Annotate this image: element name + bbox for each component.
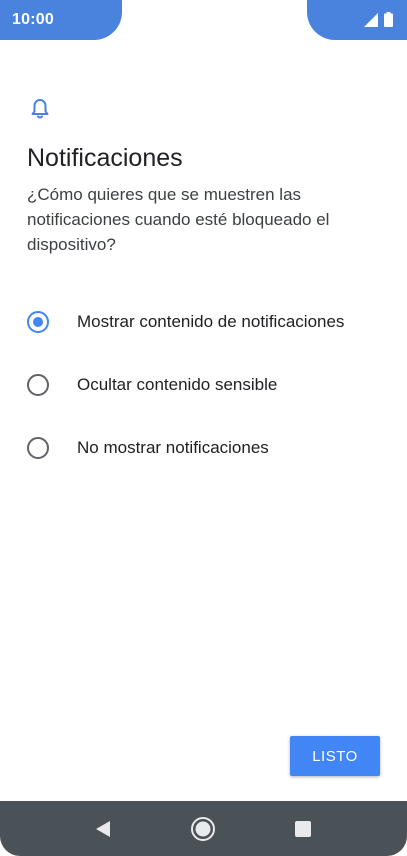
back-icon[interactable] <box>89 815 117 843</box>
radio-button-selected[interactable] <box>27 310 49 333</box>
radio-button[interactable] <box>27 373 49 396</box>
home-icon[interactable] <box>189 815 217 843</box>
page-subtitle: ¿Cómo quieres que se muestren las notifi… <box>27 185 330 254</box>
done-button[interactable]: LISTO <box>290 736 380 776</box>
option-no-notifications[interactable]: No mostrar notificaciones <box>0 416 407 479</box>
notification-options: Mostrar contenido de notificaciones Ocul… <box>0 290 407 479</box>
status-icons <box>364 12 393 27</box>
status-time: 10:00 <box>12 11 54 28</box>
battery-icon <box>384 12 393 27</box>
page-title: Notificaciones <box>27 144 183 172</box>
signal-icon <box>364 12 378 27</box>
option-hide-sensitive[interactable]: Ocultar contenido sensible <box>0 353 407 416</box>
option-show-content[interactable]: Mostrar contenido de notificaciones <box>0 290 407 353</box>
radio-button[interactable] <box>27 436 49 459</box>
option-label: Mostrar contenido de notificaciones <box>77 311 345 331</box>
bell-icon <box>30 98 50 125</box>
navigation-bar <box>0 801 407 856</box>
option-label: Ocultar contenido sensible <box>77 374 278 394</box>
option-label: No mostrar notificaciones <box>77 437 269 457</box>
recents-icon[interactable] <box>289 815 317 843</box>
